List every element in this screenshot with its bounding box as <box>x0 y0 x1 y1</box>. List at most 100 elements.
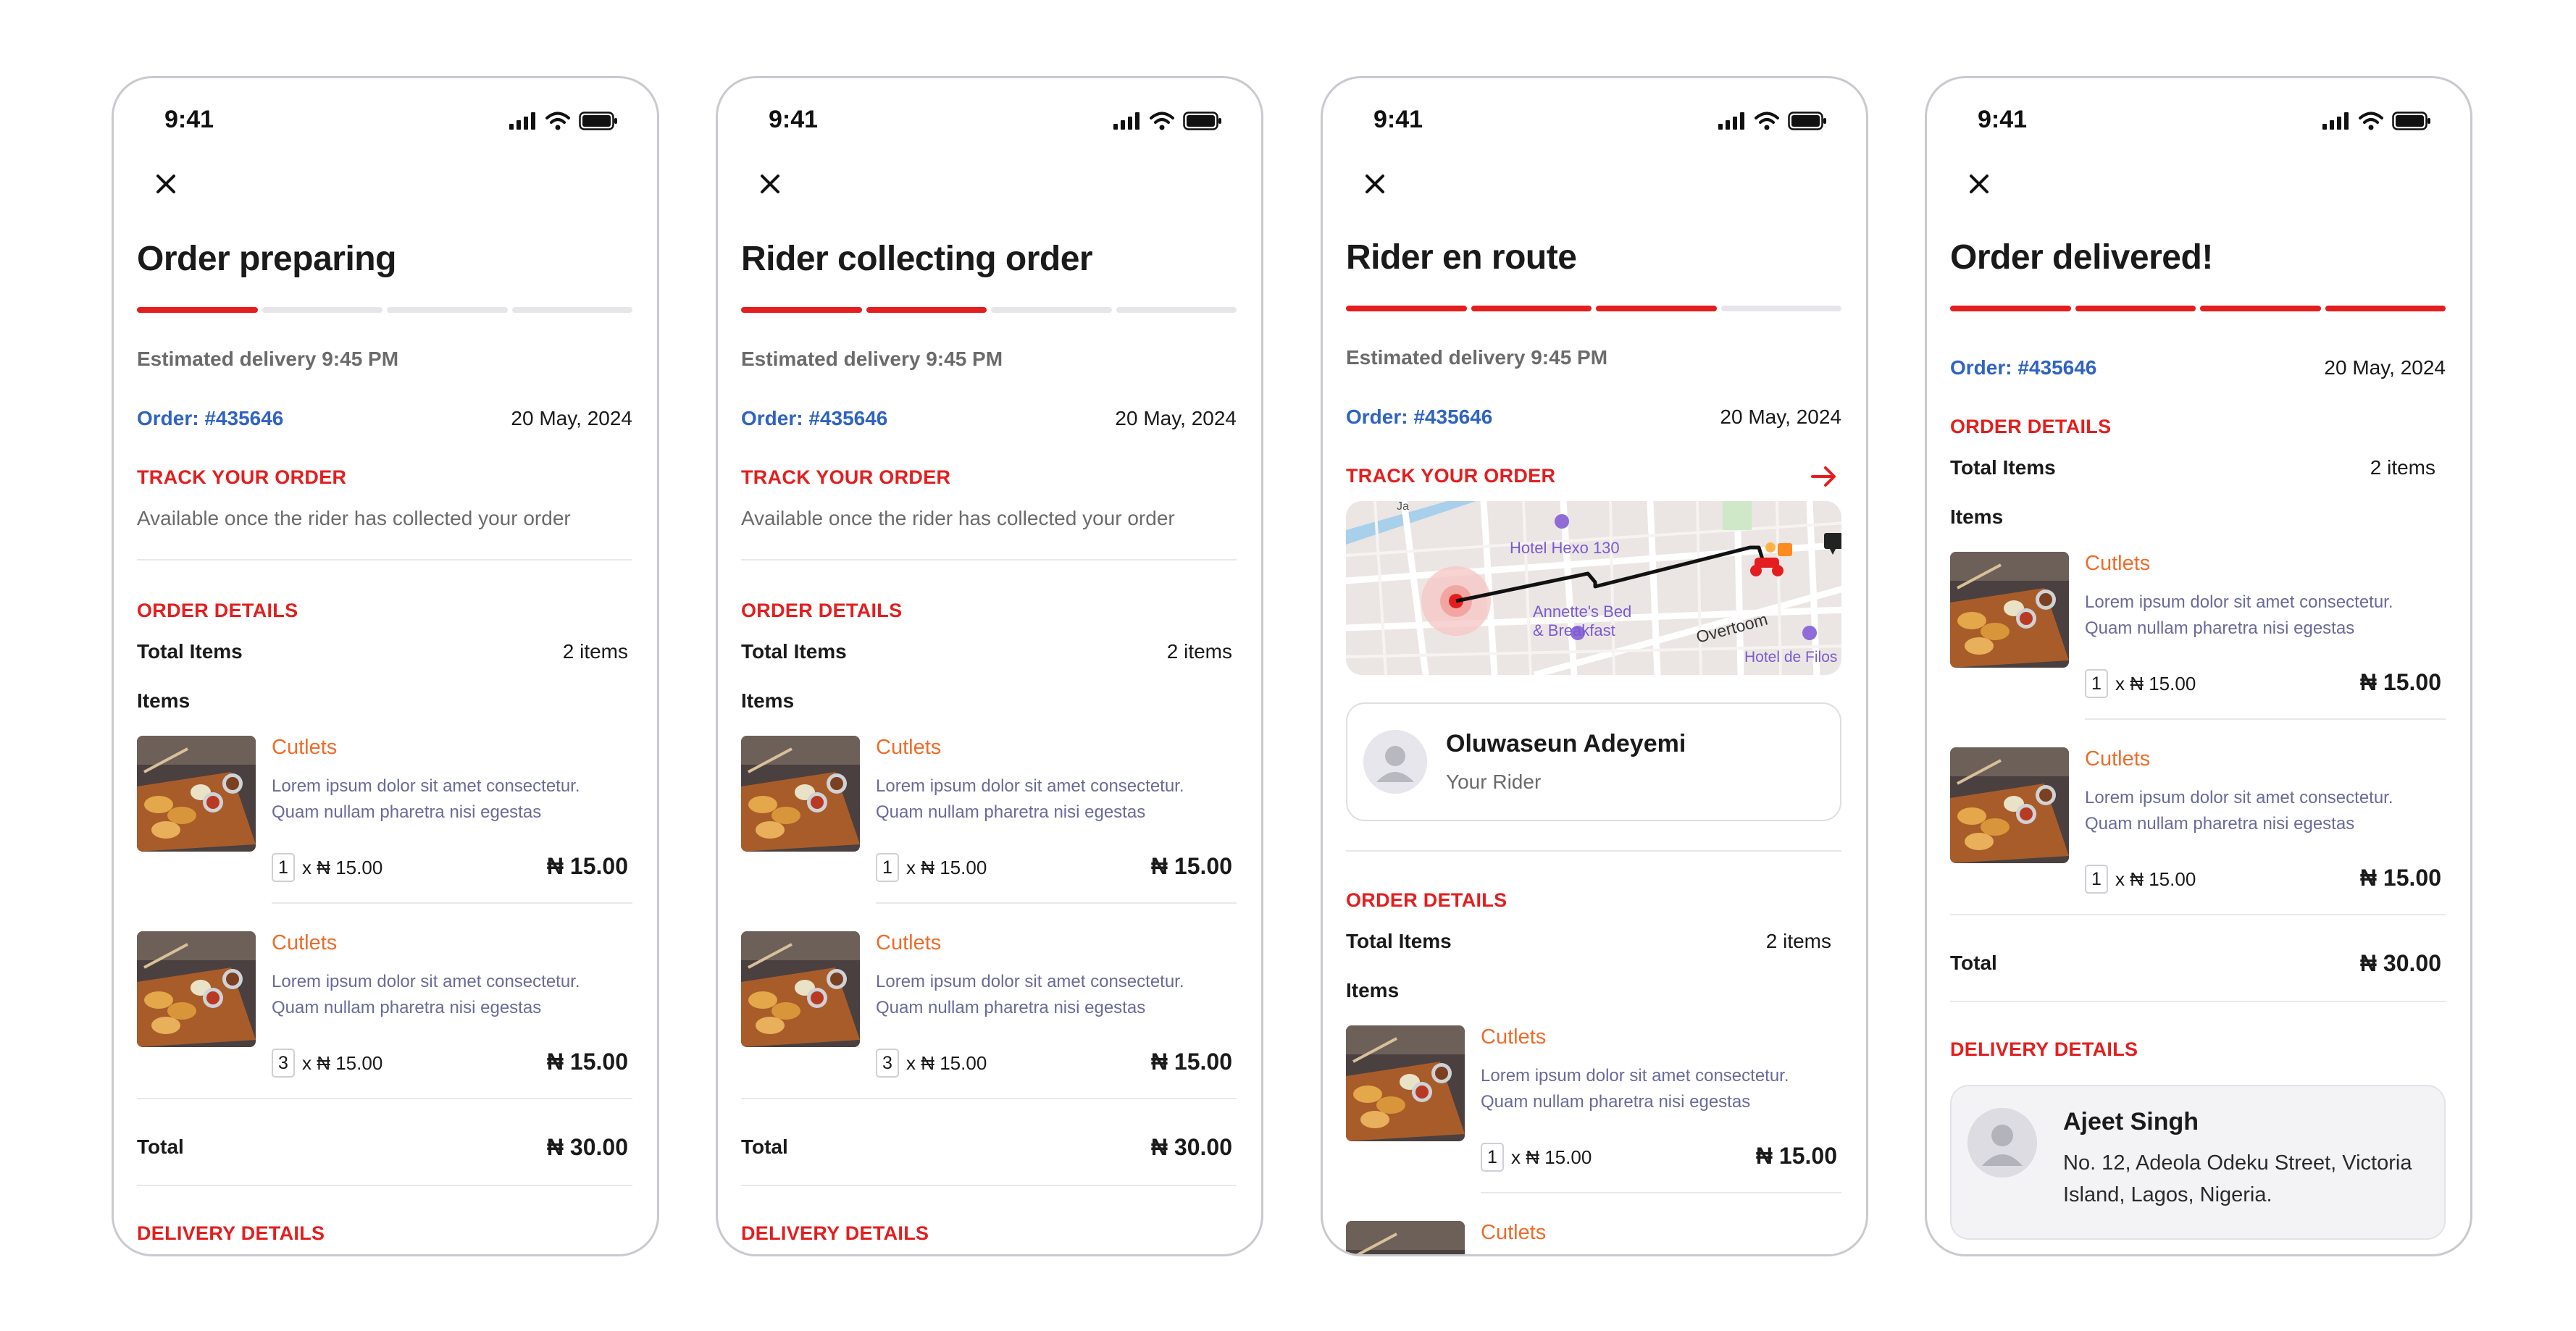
order-progress-bar <box>741 307 1237 313</box>
page-title: Rider en route <box>1346 238 1577 277</box>
phone-screen-rider-collecting: 9:41 Rider collecting order Estimated de… <box>716 76 1263 1256</box>
status-icons <box>509 112 618 130</box>
recipient-name: Ajeet Singh <box>2063 1108 2199 1135</box>
item-description: Lorem ipsum dolor sit amet consectetur. … <box>272 776 580 822</box>
item-name[interactable]: Cutlets <box>876 736 941 760</box>
item-price: ₦ 15.00 <box>2359 669 2441 695</box>
item-description: Lorem ipsum dolor sit amet consectetur. … <box>1481 1066 1789 1112</box>
signal-icon <box>2322 112 2349 130</box>
total-items-value: 2 items <box>2370 456 2435 479</box>
food-image <box>1346 1221 1465 1254</box>
rider-card[interactable]: Oluwaseun Adeyemi Your Rider <box>1346 702 1841 821</box>
delivery-details-heading: DELIVERY DETAILS <box>137 1222 325 1244</box>
food-image <box>741 736 860 852</box>
item-description: Lorem ipsum dolor sit amet consectetur. … <box>2085 592 2393 638</box>
map-drawing: Hotel Hexo 130 Annette's Bed & Breakfast… <box>1346 501 1841 675</box>
item-name[interactable]: Cutlets <box>1481 1221 1546 1245</box>
order-number[interactable]: Order: #435646 <box>741 407 887 430</box>
list-item: Cutlets Lorem ipsum dolor sit amet conse… <box>1950 747 2446 899</box>
battery-icon <box>1788 112 1826 130</box>
quantity-box[interactable]: 1 <box>2085 865 2108 894</box>
map-label-hotel2: Hotel de Filos <box>1744 649 1837 666</box>
quantity-box[interactable]: 1 <box>2085 669 2108 698</box>
status-icons <box>1113 112 1222 130</box>
item-quantity: 1 x ₦ 15.00 <box>1481 1143 1592 1172</box>
divider <box>137 1098 632 1099</box>
signal-icon <box>1718 112 1744 130</box>
order-number[interactable]: Order: #435646 <box>1950 356 2096 379</box>
item-name[interactable]: Cutlets <box>2085 552 2150 576</box>
total-label: Total <box>137 1135 184 1158</box>
order-details-heading: ORDER DETAILS <box>137 600 298 621</box>
order-number[interactable]: Order: #435646 <box>137 407 283 430</box>
order-number[interactable]: Order: #435646 <box>1346 406 1492 429</box>
progress-segment <box>741 307 862 313</box>
phone-screen-rider-en-route: 9:41 Rider en route Estimated delivery 9… <box>1321 76 1868 1256</box>
progress-segment <box>387 307 508 313</box>
quantity-box[interactable]: 1 <box>876 853 899 882</box>
arrow-right-icon[interactable] <box>1810 462 1839 491</box>
item-quantity: 1 x ₦ 15.00 <box>272 853 382 882</box>
recipient-address: No. 12, Adeola Odeku Street, Victoria Is… <box>2063 1151 2412 1206</box>
quantity-box[interactable]: 3 <box>272 1049 295 1078</box>
list-item: Cutlets Lorem ipsum dolor sit amet conse… <box>1346 1025 1841 1177</box>
total-items-value: 2 items <box>562 640 628 663</box>
close-icon[interactable] <box>146 164 186 204</box>
phone-screen-order-delivered: 9:41 Order delivered! Order: #435646 20 … <box>1925 76 2472 1256</box>
tracking-map[interactable]: Hotel Hexo 130 Annette's Bed & Breakfast… <box>1346 501 1841 675</box>
close-icon[interactable] <box>1355 164 1395 204</box>
order-date: 20 May, 2024 <box>1115 407 1237 429</box>
order-date: 20 May, 2024 <box>511 407 632 429</box>
rider-name: Oluwaseun Adeyemi <box>1446 730 1686 757</box>
unit-price: x ₦ 15.00 <box>302 1051 383 1074</box>
quantity-box[interactable]: 3 <box>876 1049 899 1078</box>
total-label: Total <box>1950 952 1997 974</box>
food-image <box>137 931 256 1047</box>
progress-segment <box>2200 306 2321 311</box>
order-date: 20 May, 2024 <box>1720 406 1841 428</box>
list-item: Cutlets Lorem ipsum dolor sit amet conse… <box>137 931 632 1083</box>
list-item: Cutlets <box>1346 1221 1841 1254</box>
map-label-hotel1: Hotel Hexo 130 <box>1510 539 1620 557</box>
status-icons <box>1718 112 1827 130</box>
food-image <box>1950 747 2069 863</box>
item-name[interactable]: Cutlets <box>2085 747 2150 771</box>
divider <box>2085 718 2446 720</box>
delivery-details-heading: DELIVERY DETAILS <box>1950 1038 2138 1060</box>
total-value: ₦ 30.00 <box>2359 950 2441 976</box>
quantity-box[interactable]: 1 <box>272 853 295 882</box>
close-icon[interactable] <box>750 164 790 204</box>
total-items-label: Total Items <box>741 640 847 663</box>
item-name[interactable]: Cutlets <box>272 736 337 760</box>
order-progress-bar <box>1950 306 2446 311</box>
item-price: ₦ 15.00 <box>2359 865 2441 891</box>
item-price: ₦ 15.00 <box>1755 1143 1837 1169</box>
divider <box>272 902 632 904</box>
item-name[interactable]: Cutlets <box>876 931 941 955</box>
user-avatar-icon <box>1363 730 1427 794</box>
map-label-bnb1: Annette's Bed <box>1533 602 1631 621</box>
progress-segment <box>1596 306 1717 311</box>
status-time: 9:41 <box>1978 106 2028 133</box>
item-name[interactable]: Cutlets <box>272 931 337 955</box>
list-item: Cutlets Lorem ipsum dolor sit amet conse… <box>741 736 1237 888</box>
divider <box>741 1185 1237 1186</box>
signal-icon <box>1113 112 1139 130</box>
food-image <box>1950 552 2069 668</box>
page-title: Order delivered! <box>1950 238 2213 277</box>
quantity-box[interactable]: 1 <box>1481 1143 1504 1172</box>
track-order-note: Available once the rider has collected y… <box>137 507 571 529</box>
item-description: Lorem ipsum dolor sit amet consectetur. … <box>876 972 1184 1017</box>
unit-price: x ₦ 15.00 <box>906 1051 987 1074</box>
divider <box>137 559 632 560</box>
divider <box>876 902 1237 904</box>
progress-segment <box>2075 306 2196 311</box>
progress-segment <box>866 307 987 313</box>
order-details-heading: ORDER DETAILS <box>741 600 903 621</box>
close-icon[interactable] <box>1959 164 1999 204</box>
user-avatar-icon <box>1967 1108 2037 1177</box>
item-name[interactable]: Cutlets <box>1481 1025 1546 1049</box>
progress-segment <box>1116 307 1237 313</box>
wifi-icon <box>545 112 570 130</box>
progress-segment <box>991 307 1112 313</box>
